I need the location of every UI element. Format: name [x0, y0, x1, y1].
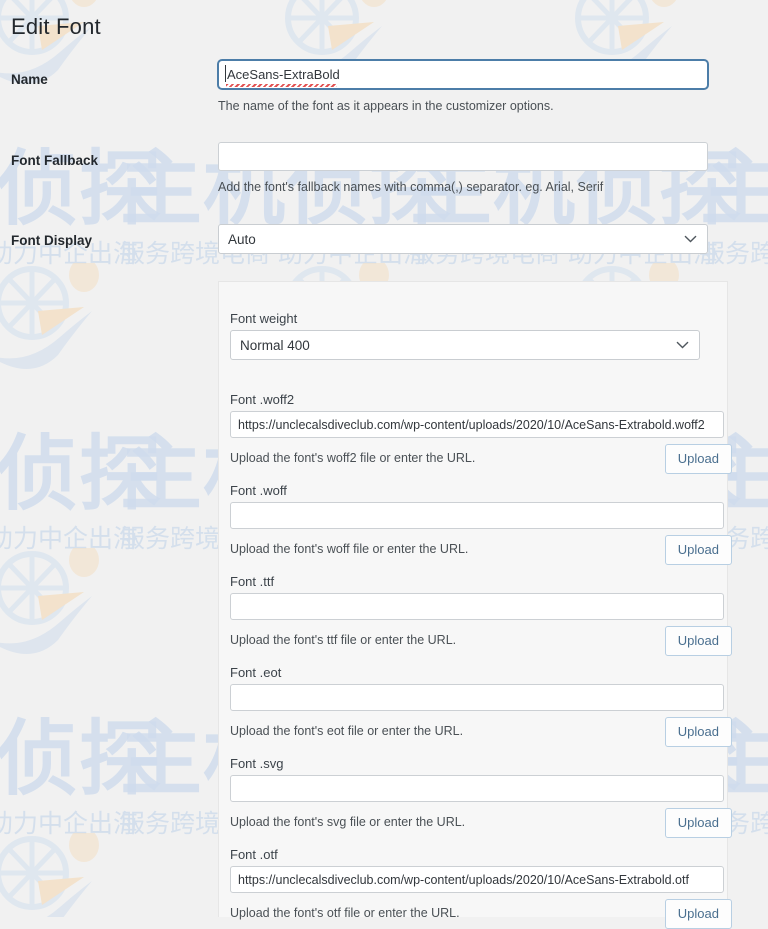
- font-file-field-svg: Font .svg Upload the font's svg file or …: [230, 756, 732, 838]
- label-font-eot: Font .eot: [230, 665, 282, 680]
- help-name: The name of the font as it appears in th…: [218, 99, 554, 113]
- upload-button-ttf[interactable]: Upload: [664, 626, 732, 656]
- upload-button-otf[interactable]: Upload: [664, 899, 732, 929]
- label-font-svg: Font .svg: [230, 756, 284, 771]
- name-field-group: The name of the font as it appears in th…: [218, 60, 710, 113]
- upload-button-woff[interactable]: Upload: [664, 535, 732, 565]
- label-font-display: Font Display: [11, 233, 93, 248]
- font-eot-input[interactable]: [230, 684, 724, 711]
- font-woff2-input[interactable]: [230, 411, 724, 438]
- font-file-field-eot: Font .eot Upload the font's eot file or …: [230, 665, 732, 747]
- font-file-field-woff: Font .woff Upload the font's woff file o…: [230, 483, 732, 565]
- page-title: Edit Font: [11, 14, 101, 39]
- font-svg-input[interactable]: [230, 775, 724, 802]
- font-files-panel: Font weight Normal 400 Font .woff2 Uploa…: [218, 281, 732, 929]
- label-font-fallback: Font Fallback: [11, 153, 99, 168]
- help-font-woff: Upload the font's woff file or enter the…: [230, 542, 469, 556]
- font-fallback-field-group: Add the font's fallback names with comma…: [218, 142, 708, 194]
- font-weight-select[interactable]: Normal 400: [230, 330, 700, 360]
- help-font-eot: Upload the font's eot file or enter the …: [230, 724, 464, 738]
- font-weight-field: Font weight Normal 400: [230, 311, 718, 360]
- label-font-otf: Font .otf: [230, 847, 278, 862]
- font-otf-input[interactable]: [230, 866, 724, 893]
- upload-button-eot[interactable]: Upload: [664, 717, 732, 747]
- font-file-field-woff2: Font .woff2 Upload the font's woff2 file…: [230, 392, 732, 474]
- spellcheck-underline: [226, 84, 337, 87]
- font-display-select[interactable]: Auto: [218, 224, 708, 254]
- font-display-field-group: Auto: [218, 224, 708, 254]
- font-fallback-input[interactable]: [218, 142, 708, 171]
- label-font-woff2: Font .woff2: [230, 392, 295, 407]
- help-font-fallback: Add the font's fallback names with comma…: [218, 180, 604, 194]
- font-ttf-input[interactable]: [230, 593, 724, 620]
- font-woff-input[interactable]: [230, 502, 724, 529]
- text-caret: [225, 65, 226, 82]
- font-file-field-ttf: Font .ttf Upload the font's ttf file or …: [230, 574, 732, 656]
- upload-button-woff2[interactable]: Upload: [664, 444, 732, 474]
- upload-button-svg[interactable]: Upload: [664, 808, 732, 838]
- help-font-otf: Upload the font's otf file or enter the …: [230, 906, 460, 920]
- help-font-woff2: Upload the font's woff2 file or enter th…: [230, 451, 476, 465]
- help-font-svg: Upload the font's svg file or enter the …: [230, 815, 466, 829]
- label-font-woff: Font .woff: [230, 483, 287, 498]
- label-font-ttf: Font .ttf: [230, 574, 275, 589]
- help-font-ttf: Upload the font's ttf file or enter the …: [230, 633, 457, 647]
- label-font-weight: Font weight: [230, 311, 298, 326]
- edit-font-page: Edit Font Name The name of the font as i…: [0, 0, 768, 929]
- label-name: Name: [11, 72, 48, 87]
